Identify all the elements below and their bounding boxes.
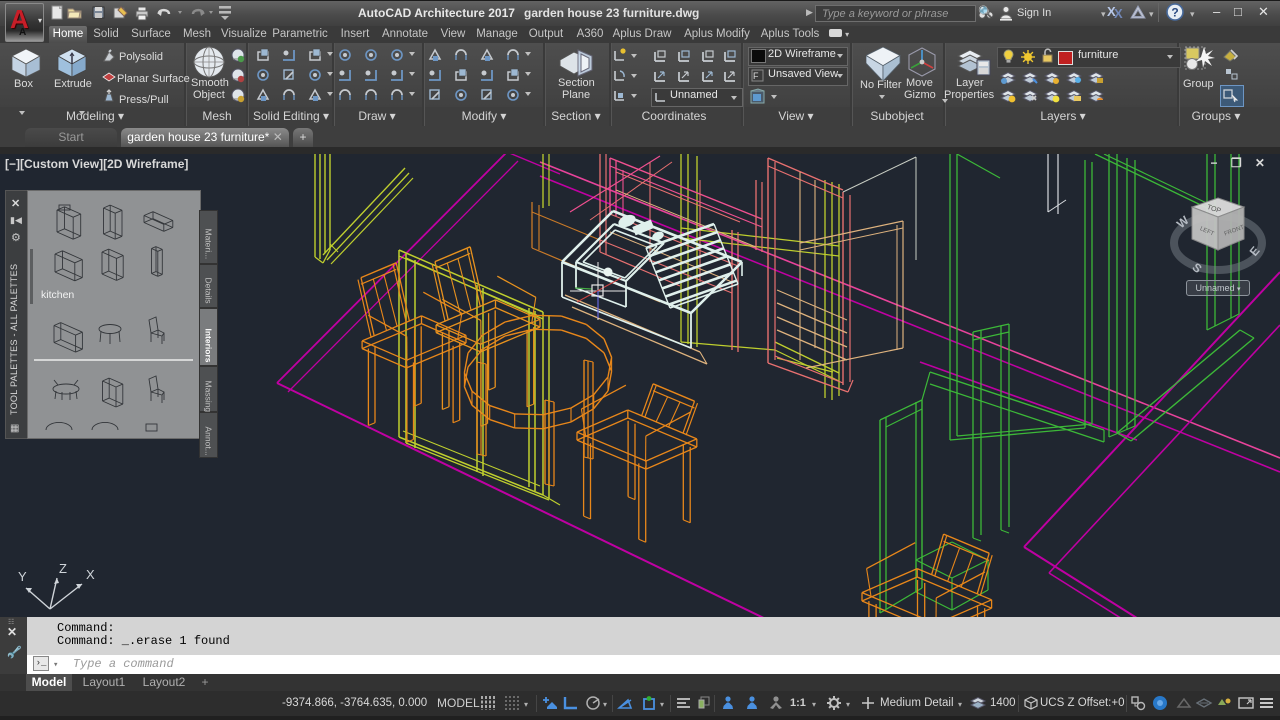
svg-text:?: ? xyxy=(1171,5,1178,19)
svg-text:X: X xyxy=(1114,6,1123,21)
svg-text:F: F xyxy=(753,71,759,81)
svg-text:X: X xyxy=(86,567,95,582)
svg-text:Z: Z xyxy=(59,561,67,576)
svg-text:Y: Y xyxy=(18,569,27,584)
